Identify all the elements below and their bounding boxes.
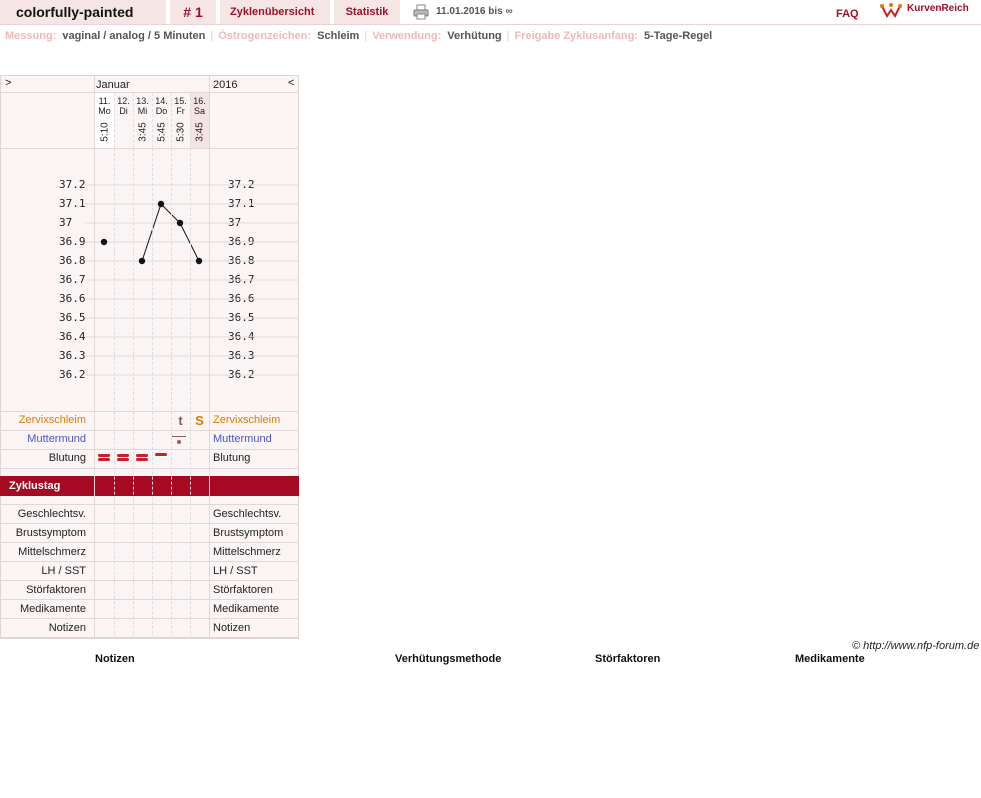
muttermund-label-right: Muttermund (213, 433, 272, 445)
row-label-left: Brustsymptom (15, 527, 86, 539)
temp-point[interactable] (138, 257, 146, 265)
legend-medikamente: Medikamente (795, 653, 865, 665)
legend-stoerfaktoren: Störfaktoren (595, 653, 661, 665)
cycle-settings-line: Messung: vaginal / analog / 5 Minuten | Öst… (5, 30, 713, 42)
blutung-label-right: Blutung (213, 452, 251, 464)
temp-point[interactable] (157, 200, 165, 208)
row-label-right: Störfaktoren (213, 584, 273, 596)
row-label-right: Notizen (213, 622, 251, 634)
printer-icon[interactable] (413, 4, 429, 20)
kurvenreich-logo-icon[interactable] (880, 2, 902, 20)
temp-point[interactable] (100, 238, 108, 246)
nav-statistics[interactable]: Statistik (334, 0, 400, 24)
zervix-label-left: Zervixschleim (18, 414, 86, 426)
zervix-label-right: Zervixschleim (213, 414, 281, 426)
cycle-number[interactable]: # 1 (170, 0, 216, 24)
row-label-right: LH / SST (213, 565, 258, 577)
row-label-left: Medikamente (19, 603, 86, 615)
release-label: Freigabe Zyklusanfang: (514, 30, 638, 42)
zyklustag-label: Zyklustag (9, 480, 61, 492)
faq-link[interactable]: FAQ (836, 4, 859, 24)
measurement-label: Messung: (5, 30, 57, 42)
muttermund-label-left: Muttermund (27, 433, 86, 445)
estrogen-label: Östrogenzeichen: (218, 30, 312, 42)
logo-text[interactable]: KurvenReich (907, 3, 969, 14)
cycle-chart: > Januar 2016 < 11.Mo5:10112.Di213.Mi3:4… (0, 75, 299, 639)
row-label-right: Mittelschmerz (213, 546, 281, 558)
muttermund-dot (177, 440, 181, 444)
row-label-right: Brustsymptom (213, 527, 284, 539)
usage-label: Verwendung: (372, 30, 442, 42)
measurement-value: vaginal / analog / 5 Minuten (62, 30, 206, 42)
row-label-left: Störfaktoren (26, 584, 86, 596)
row-label-left: Mittelschmerz (18, 546, 86, 558)
nav-cycle-overview[interactable]: Zyklenübersicht (220, 0, 330, 24)
temp-point[interactable] (176, 219, 184, 227)
legend-notizen: Notizen (95, 653, 135, 665)
temp-point[interactable] (195, 257, 203, 265)
estrogen-value: Schleim (317, 30, 360, 42)
muttermund-mark (172, 436, 186, 437)
row-label-left: Notizen (48, 622, 86, 634)
top-bar: colorfully-painted # 1 Zyklenübersicht S… (0, 0, 981, 25)
row-label-left: Geschlechtsv. (17, 508, 86, 520)
release-value: 5-Tage-Regel (643, 30, 713, 42)
row-label-right: Medikamente (213, 603, 280, 615)
date-range: 11.01.2016 bis ∞ (436, 6, 513, 17)
username: colorfully-painted (0, 0, 166, 24)
blutung-label-left: Blutung (48, 452, 86, 464)
copyright[interactable]: © http://www.nfp-forum.de (852, 640, 979, 652)
legend-verhuetungsmethode: Verhütungsmethode (395, 653, 502, 665)
row-label-right: Geschlechtsv. (213, 508, 282, 520)
row-label-left: LH / SST (41, 565, 86, 577)
usage-value: Verhütung (447, 30, 502, 42)
